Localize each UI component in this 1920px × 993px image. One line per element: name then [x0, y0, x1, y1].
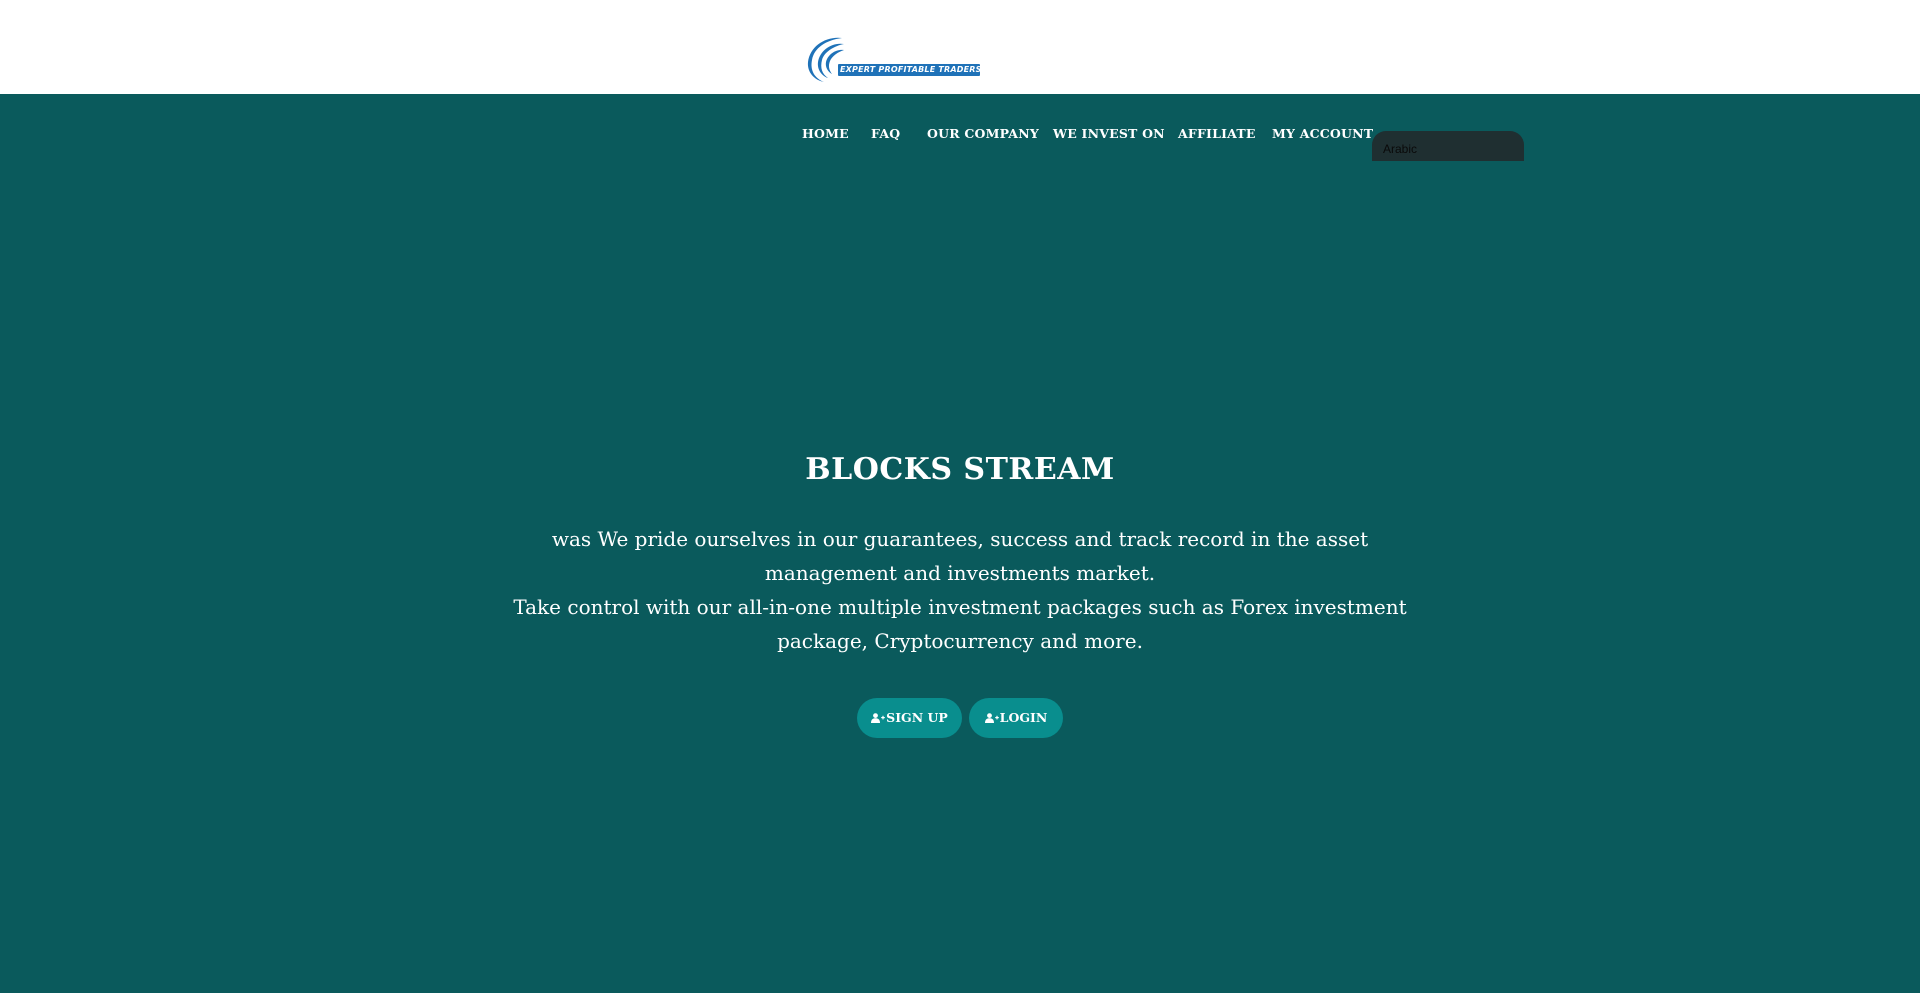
- nav-item-affiliate[interactable]: AFFILIATE: [1178, 126, 1256, 141]
- nav-item-my-account[interactable]: MY ACCOUNT: [1272, 126, 1373, 141]
- hero-title: BLOCKS STREAM: [805, 452, 1115, 487]
- nav-item-we-invest-on[interactable]: WE INVEST ON: [1053, 126, 1165, 141]
- login-button-label: LOGIN: [999, 710, 1048, 725]
- nav-item-faq[interactable]: FAQ: [871, 126, 900, 141]
- user-plus-icon: [871, 713, 885, 723]
- site-logo[interactable]: EXPERT PROFITABLE TRADERS: [804, 34, 980, 84]
- hero-paragraph-1: was We pride ourselves in our guarantees…: [551, 527, 1369, 585]
- user-plus-icon: [984, 713, 999, 723]
- login-button[interactable]: LOGIN: [969, 698, 1063, 738]
- language-select[interactable]: Arabic: [1372, 131, 1524, 161]
- logo-swoosh-icon: [807, 37, 844, 82]
- hero-paragraph-2: Take control with our all-in-one multipl…: [513, 595, 1407, 653]
- signup-button-label: SIGN UP: [886, 710, 948, 725]
- hero-description: was We pride ourselves in our guarantees…: [510, 522, 1410, 658]
- site-header: EXPERT PROFITABLE TRADERS: [0, 0, 1920, 94]
- logo-text: EXPERT PROFITABLE TRADERS: [840, 65, 980, 74]
- language-select-value: Arabic: [1383, 142, 1418, 156]
- main-nav: HOME FAQ OUR COMPANY WE INVEST ON AFFILI…: [0, 126, 1920, 146]
- nav-item-home[interactable]: HOME: [802, 126, 849, 141]
- nav-item-our-company[interactable]: OUR COMPANY: [927, 126, 1039, 141]
- signup-button[interactable]: SIGN UP: [857, 698, 962, 738]
